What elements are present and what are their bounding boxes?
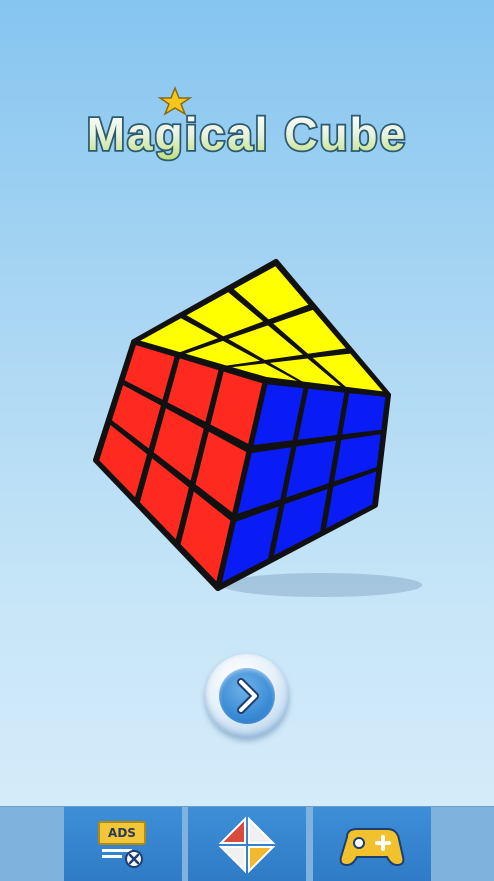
gamepad-plus-icon <box>339 828 405 867</box>
more-games-button[interactable] <box>313 807 431 881</box>
chevron-right-icon <box>237 678 259 714</box>
puzzle-pieces-icon <box>218 816 276 874</box>
puzzles-button[interactable] <box>188 807 306 881</box>
play-button[interactable] <box>205 654 289 738</box>
remove-ads-icon <box>102 849 143 868</box>
app-title: Magical Cube <box>0 80 494 180</box>
app-title-text: Magical Cube <box>87 108 408 160</box>
cube-shadow <box>222 573 422 597</box>
bottom-toolbar: ADS <box>0 806 494 881</box>
remove-ads-button[interactable]: ADS <box>64 807 182 881</box>
right-face-sticker <box>342 393 386 435</box>
play-button-core <box>219 668 275 724</box>
rubiks-cube[interactable] <box>0 250 494 610</box>
